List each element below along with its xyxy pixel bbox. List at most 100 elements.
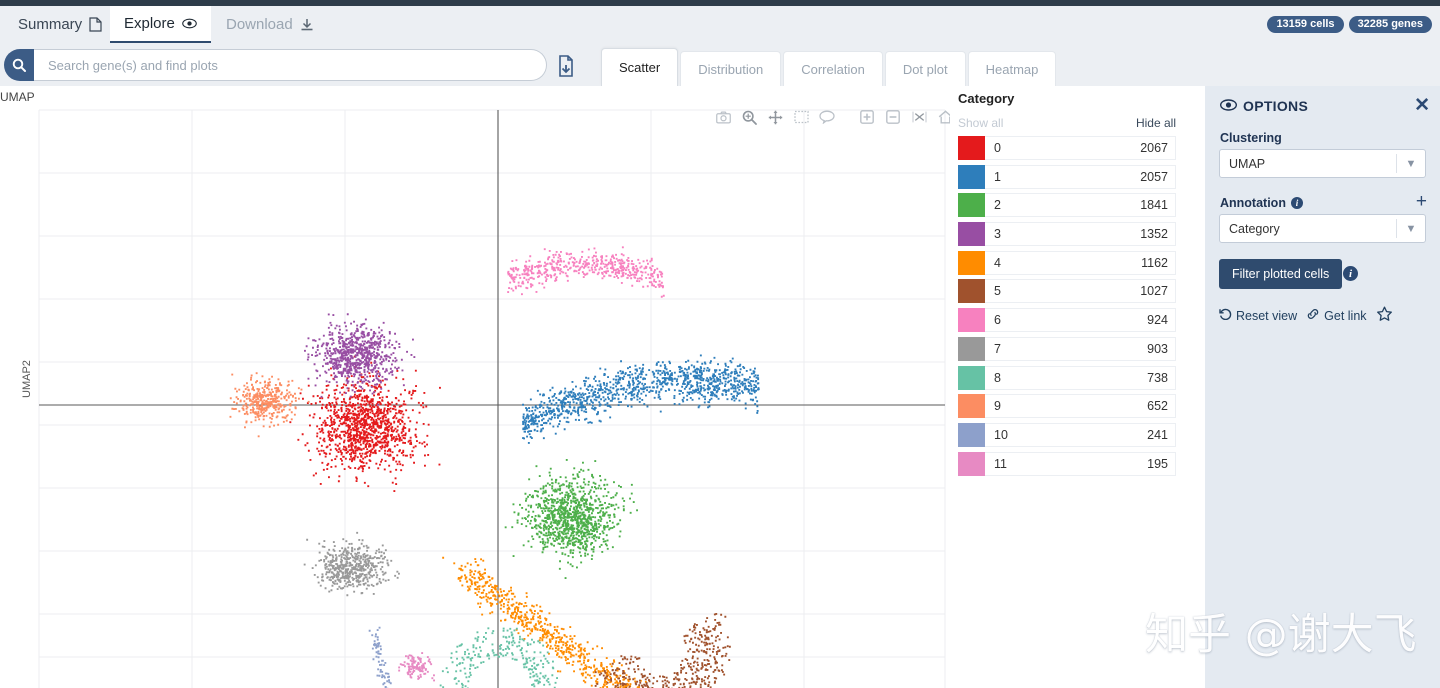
cluster-2: [504, 459, 638, 579]
file-upload-icon[interactable]: [556, 55, 576, 77]
legend-label: 8: [994, 370, 1001, 385]
genes-badge: 32285 genes: [1348, 16, 1432, 33]
tab-summary[interactable]: Summary: [4, 6, 116, 43]
legend-label: 7: [994, 341, 1001, 356]
tab-scatter[interactable]: Scatter: [601, 48, 679, 86]
legend-row[interactable]: 10 241: [958, 422, 1176, 447]
legend-label: 11: [994, 456, 1007, 471]
legend-label: 1: [994, 169, 1001, 184]
autoscale-icon[interactable]: [908, 107, 930, 127]
link-icon: [1306, 308, 1320, 323]
document-icon: [89, 17, 102, 32]
box-select-icon[interactable]: [790, 107, 812, 127]
legend-swatch: [958, 250, 985, 275]
cells-badge: 13159 cells: [1267, 16, 1344, 33]
annotation-select[interactable]: Category ▼: [1219, 214, 1426, 243]
tab-explore[interactable]: Explore: [110, 6, 211, 43]
scatter-plot[interactable]: [0, 86, 950, 688]
legend-count: 924: [1147, 313, 1168, 328]
tab-heatmap[interactable]: Heatmap: [967, 51, 1057, 86]
annotation-value: Category: [1229, 221, 1280, 236]
legend-row[interactable]: 9 652: [958, 394, 1176, 419]
legend-count: 1352: [1140, 227, 1168, 242]
chevron-down-icon: ▼: [1405, 222, 1417, 235]
legend-row[interactable]: 3 1352: [958, 222, 1176, 247]
legend-swatch: [958, 164, 985, 189]
get-link-label: Get link: [1324, 308, 1367, 323]
cluster-1: [522, 354, 760, 444]
zoom-in-icon[interactable]: [856, 107, 878, 127]
search-icon[interactable]: [4, 49, 34, 81]
eye-icon: [182, 18, 197, 29]
get-link-button[interactable]: Get link: [1306, 308, 1367, 323]
reset-view-label: Reset view: [1236, 308, 1298, 323]
legend-count: 195: [1147, 456, 1168, 471]
plot-modebar: [712, 107, 982, 127]
tab-download-label: Download: [226, 16, 293, 33]
legend-row[interactable]: 0 2067: [958, 136, 1176, 160]
legend-row[interactable]: 6 924: [958, 308, 1176, 333]
legend-swatch: [958, 365, 985, 390]
scatter-canvas[interactable]: [0, 86, 950, 688]
legend-row[interactable]: 4 1162: [958, 250, 1176, 275]
zoom-out-icon[interactable]: [882, 107, 904, 127]
legend-count: 2057: [1140, 169, 1168, 184]
camera-icon[interactable]: [712, 107, 734, 127]
clustering-label: Clustering: [1220, 131, 1282, 145]
legend-count: 1841: [1140, 198, 1168, 213]
tab-distribution[interactable]: Distribution: [680, 51, 782, 86]
download-icon: [300, 18, 314, 32]
legend-row[interactable]: 1 2057: [958, 164, 1176, 189]
app-root: Summary Explore Download 13159 cells 322…: [0, 0, 1440, 688]
legend-count: 652: [1147, 399, 1168, 414]
filter-info-icon[interactable]: i: [1343, 266, 1358, 281]
legend-label: 5: [994, 284, 1001, 299]
legend-label: 2: [994, 198, 1001, 213]
clustering-value: UMAP: [1229, 156, 1266, 171]
options-links: Reset view Get link: [1219, 306, 1393, 325]
tab-correlation[interactable]: Correlation: [783, 51, 883, 86]
legend-swatch: [958, 136, 985, 160]
search-input[interactable]: [34, 49, 547, 81]
star-icon[interactable]: [1376, 306, 1393, 325]
lasso-select-icon[interactable]: [816, 107, 838, 127]
legend-count: 241: [1147, 427, 1168, 442]
legend-label: 6: [994, 313, 1001, 328]
clustering-select[interactable]: UMAP ▼: [1219, 149, 1426, 178]
reset-view-button[interactable]: Reset view: [1219, 308, 1297, 323]
legend-label: 0: [994, 141, 1001, 155]
legend-row[interactable]: 5 1027: [958, 279, 1176, 304]
tab-summary-label: Summary: [18, 16, 83, 33]
cluster-4: [442, 556, 647, 688]
show-all-button[interactable]: Show all: [958, 116, 1003, 130]
search-container: [4, 49, 547, 81]
undo-icon: [1219, 308, 1232, 323]
legend-row[interactable]: 11 195: [958, 451, 1176, 476]
close-icon[interactable]: ✕: [1414, 96, 1430, 115]
plot-title: UMAP: [0, 90, 35, 104]
cluster-11: [398, 652, 435, 682]
hide-all-button[interactable]: Hide all: [1136, 116, 1176, 130]
legend-row[interactable]: 8 738: [958, 365, 1176, 390]
legend-swatch: [958, 336, 985, 361]
legend-row[interactable]: 2 1841: [958, 193, 1176, 218]
legend-swatch: [958, 193, 985, 218]
legend-count: 1027: [1140, 284, 1168, 299]
legend-items: 0 2067 1 2057 2 1841 3 1352 4 1162 5 1027 6 924 7 903 8 7…: [958, 136, 1176, 480]
zoom-icon[interactable]: [738, 107, 760, 127]
legend-count: 903: [1147, 341, 1168, 356]
cluster-8: [439, 627, 558, 688]
tab-dot-plot[interactable]: Dot plot: [884, 51, 966, 86]
pan-icon[interactable]: [764, 107, 786, 127]
annotation-label: Annotation: [1220, 196, 1286, 210]
plus-icon[interactable]: +: [1416, 192, 1427, 211]
eye-icon: [1219, 98, 1238, 114]
info-icon[interactable]: i: [1290, 197, 1303, 209]
chevron-down-icon: ▼: [1405, 157, 1417, 170]
legend-row[interactable]: 7 903: [958, 336, 1176, 361]
plot-type-tabs: Scatter Distribution Correlation Dot plo…: [601, 48, 1058, 86]
legend-label: 10: [994, 427, 1008, 442]
tab-download[interactable]: Download: [212, 6, 328, 43]
tab-explore-label: Explore: [124, 15, 175, 32]
filter-plotted-cells-button[interactable]: Filter plotted cells: [1219, 259, 1343, 289]
